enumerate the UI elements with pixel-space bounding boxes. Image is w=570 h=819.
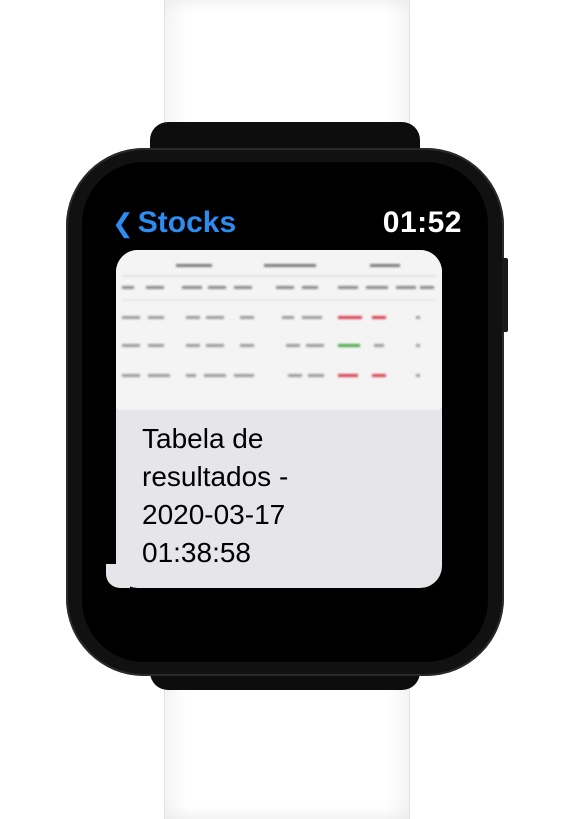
message-bubble[interactable]: Tabela de resultados - 2020-03-17 01:38:… — [116, 250, 442, 588]
caption-line: 2020-03-17 — [142, 499, 286, 530]
watch-screen: ❮ Stocks 01:52 Tabela de resultados - 20… — [82, 162, 488, 662]
caption-line: Tabela de — [142, 423, 264, 454]
digital-crown[interactable] — [502, 258, 508, 332]
clock-time: 01:52 — [382, 206, 462, 239]
results-table-thumbnail — [116, 250, 442, 410]
caption-line: 01:38:58 — [142, 537, 251, 568]
bubble-tail — [106, 564, 130, 588]
back-label: Stocks — [137, 206, 237, 239]
table-image-attachment[interactable] — [116, 250, 442, 410]
app-header: ❮ Stocks 01:52 — [112, 206, 462, 246]
message-caption: Tabela de resultados - 2020-03-17 01:38:… — [142, 420, 432, 572]
back-button[interactable]: ❮ Stocks — [112, 206, 236, 240]
chevron-left-icon: ❮ — [112, 207, 134, 238]
caption-line: resultados - — [142, 461, 289, 492]
